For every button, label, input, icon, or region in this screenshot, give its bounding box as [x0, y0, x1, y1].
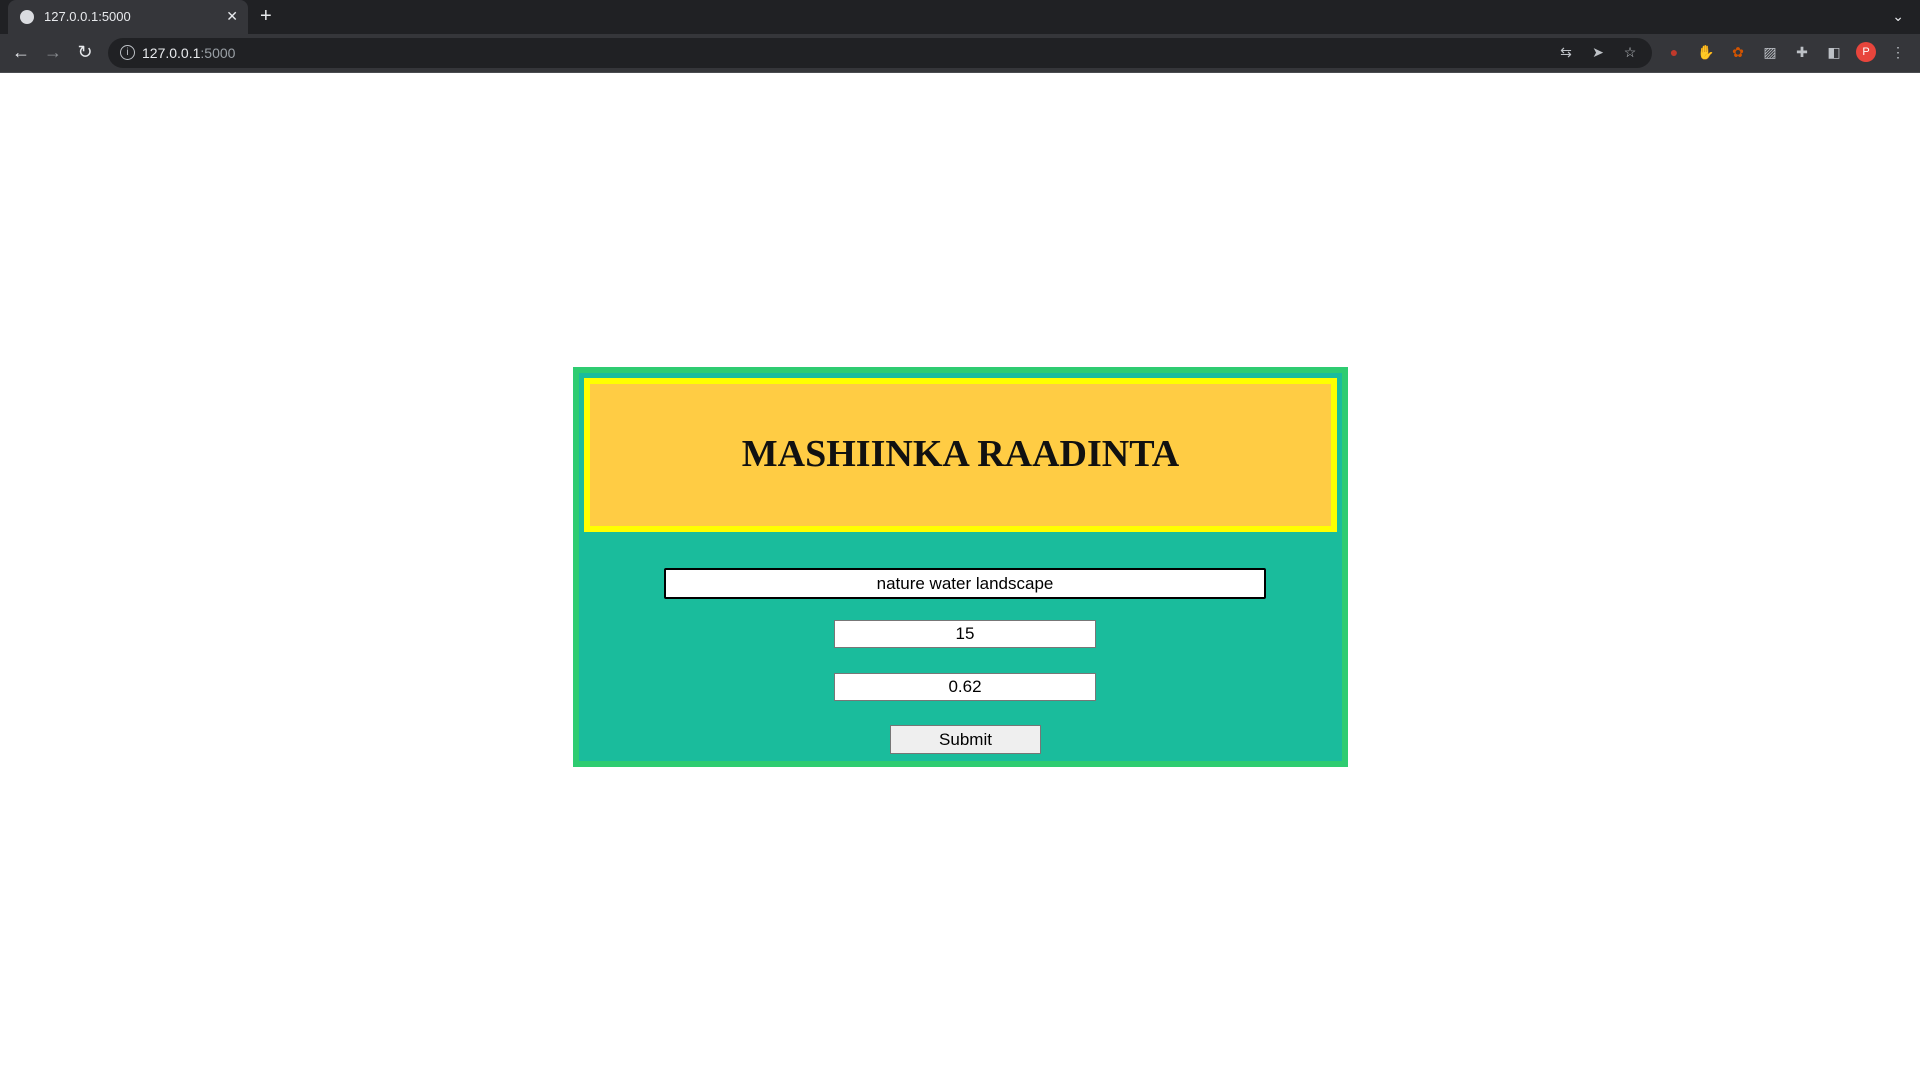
profile-avatar[interactable]: P [1856, 42, 1876, 62]
url-port: :5000 [200, 45, 236, 61]
hand-extension-icon[interactable]: ✋ [1696, 42, 1716, 62]
close-icon[interactable]: ✕ [226, 8, 238, 25]
translate-icon[interactable]: ⇆ [1556, 42, 1576, 62]
browser-tab-bar: 127.0.0.1:5000 ✕ + ⌄ [0, 0, 1920, 34]
bookmark-star-icon[interactable]: ☆ [1620, 42, 1640, 62]
url-host: 127.0.0.1 [142, 45, 201, 61]
address-bar[interactable]: i 127.0.0.1:5000 [108, 38, 1652, 68]
ratio-input[interactable] [834, 673, 1096, 701]
image-extension-icon[interactable]: ▨ [1760, 42, 1780, 62]
query-input[interactable] [664, 568, 1266, 599]
forward-icon[interactable]: → [42, 42, 64, 63]
new-tab-icon[interactable]: + [260, 5, 272, 28]
tab-title: 127.0.0.1:5000 [44, 9, 131, 24]
browser-tab[interactable]: 127.0.0.1:5000 ✕ [8, 0, 248, 34]
info-icon[interactable]: i [120, 45, 135, 60]
page-title: MASHIINKA RAADINTA [741, 433, 1180, 475]
back-icon[interactable]: ← [10, 42, 32, 63]
url-text: 127.0.0.1:5000 [142, 45, 235, 61]
send-icon[interactable]: ➤ [1588, 42, 1608, 62]
ublock-extension-icon[interactable]: ● [1664, 42, 1684, 62]
chevron-down-icon[interactable]: ⌄ [1892, 8, 1904, 25]
cookie-extension-icon[interactable]: ✿ [1728, 42, 1748, 62]
reload-icon[interactable]: ↻ [74, 42, 96, 63]
extensions-puzzle-icon[interactable]: ✚ [1792, 42, 1812, 62]
more-menu-icon[interactable]: ⋮ [1888, 42, 1908, 62]
title-banner: MASHIINKA RAADINTA [584, 378, 1337, 532]
submit-button[interactable]: Submit [890, 725, 1041, 754]
app-panel: MASHIINKA RAADINTA Submit [573, 367, 1348, 767]
side-panel-icon[interactable]: ◧ [1824, 42, 1844, 62]
globe-icon [20, 10, 34, 24]
browser-toolbar: ← → ↻ i 127.0.0.1:5000 ⇆ ➤ ☆ ● ✋ ✿ ▨ ✚ ◧… [0, 34, 1920, 73]
count-input[interactable] [834, 620, 1096, 648]
